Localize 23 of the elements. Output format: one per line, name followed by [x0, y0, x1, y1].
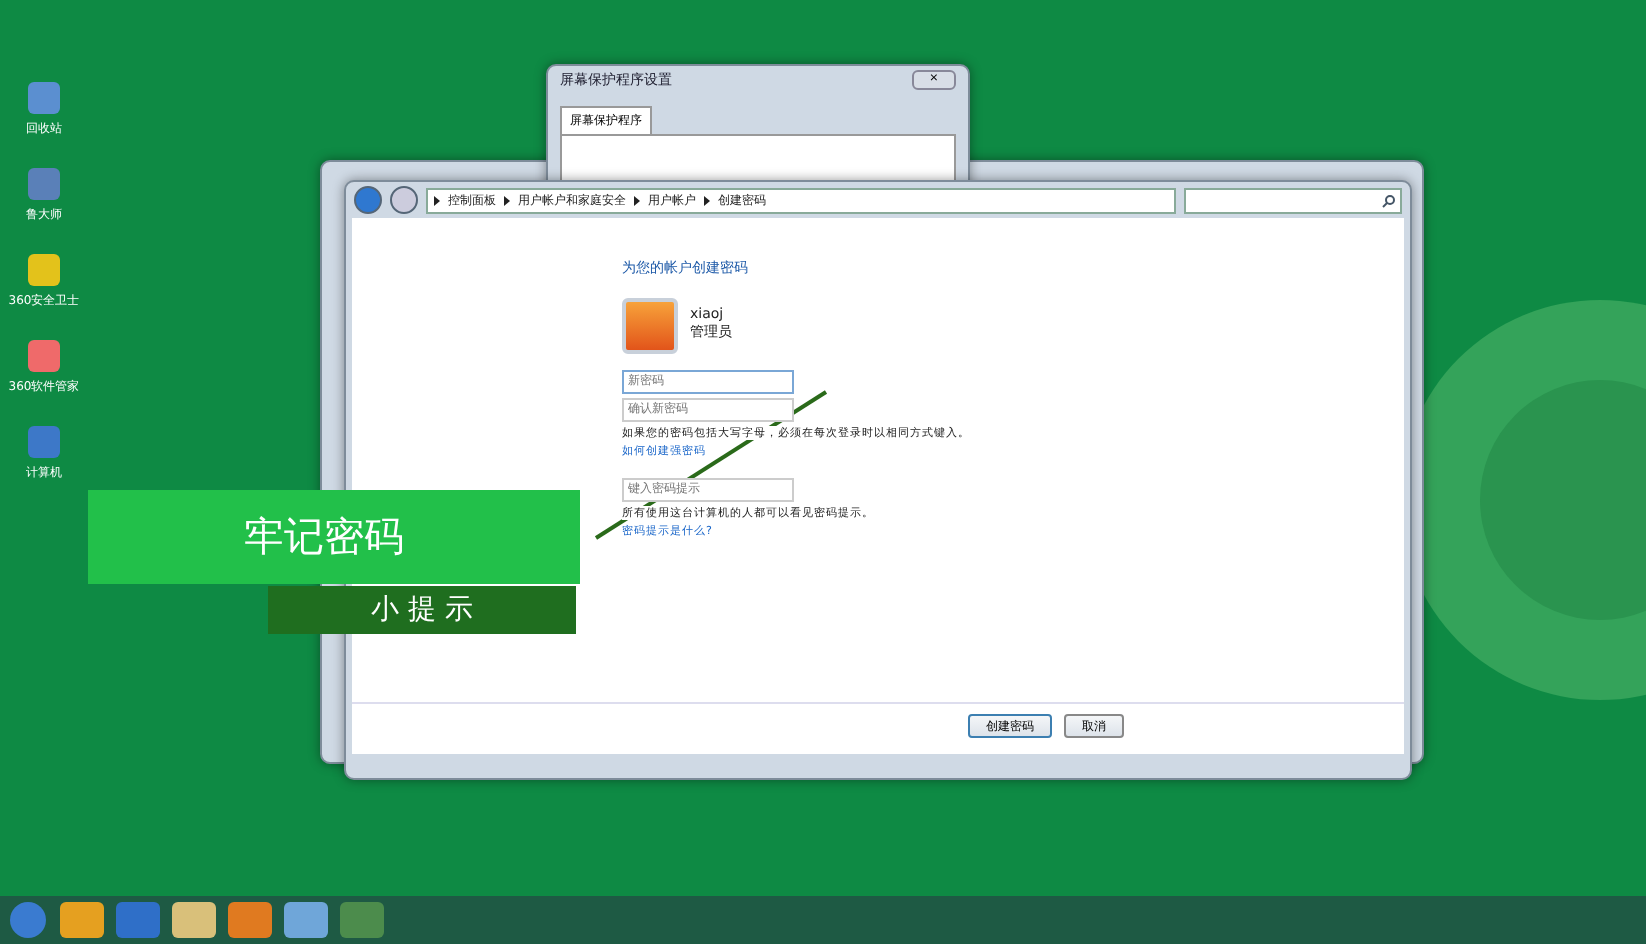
chevron-icon: [434, 195, 440, 205]
search-icon: [1382, 193, 1396, 207]
caption-banner: 牢记密码: [88, 490, 580, 584]
app-icon[interactable]: [26, 80, 62, 116]
taskbar-app-icon[interactable]: [284, 902, 328, 938]
app-icon[interactable]: [25, 338, 62, 374]
taskbar-app-icon[interactable]: [116, 902, 160, 938]
taskbar-app-icon[interactable]: [228, 902, 272, 938]
start-button-icon[interactable]: [8, 900, 48, 940]
app-icon[interactable]: [25, 252, 62, 288]
chevron-icon: [504, 195, 510, 205]
caption-subtitle: 小 提 示: [268, 586, 576, 634]
taskbar-app-icon[interactable]: [172, 902, 216, 938]
search-field[interactable]: [1184, 187, 1402, 213]
app-icon[interactable]: [26, 166, 62, 202]
user-avatar: [622, 298, 678, 354]
taskbar-app-icon[interactable]: [60, 902, 104, 938]
chevron-icon: [634, 195, 640, 205]
app-icon[interactable]: [26, 424, 62, 460]
taskbar-app-icon[interactable]: [340, 902, 384, 938]
chevron-icon: [704, 195, 710, 205]
back-button[interactable]: [354, 186, 382, 214]
forward-button[interactable]: [390, 186, 418, 214]
